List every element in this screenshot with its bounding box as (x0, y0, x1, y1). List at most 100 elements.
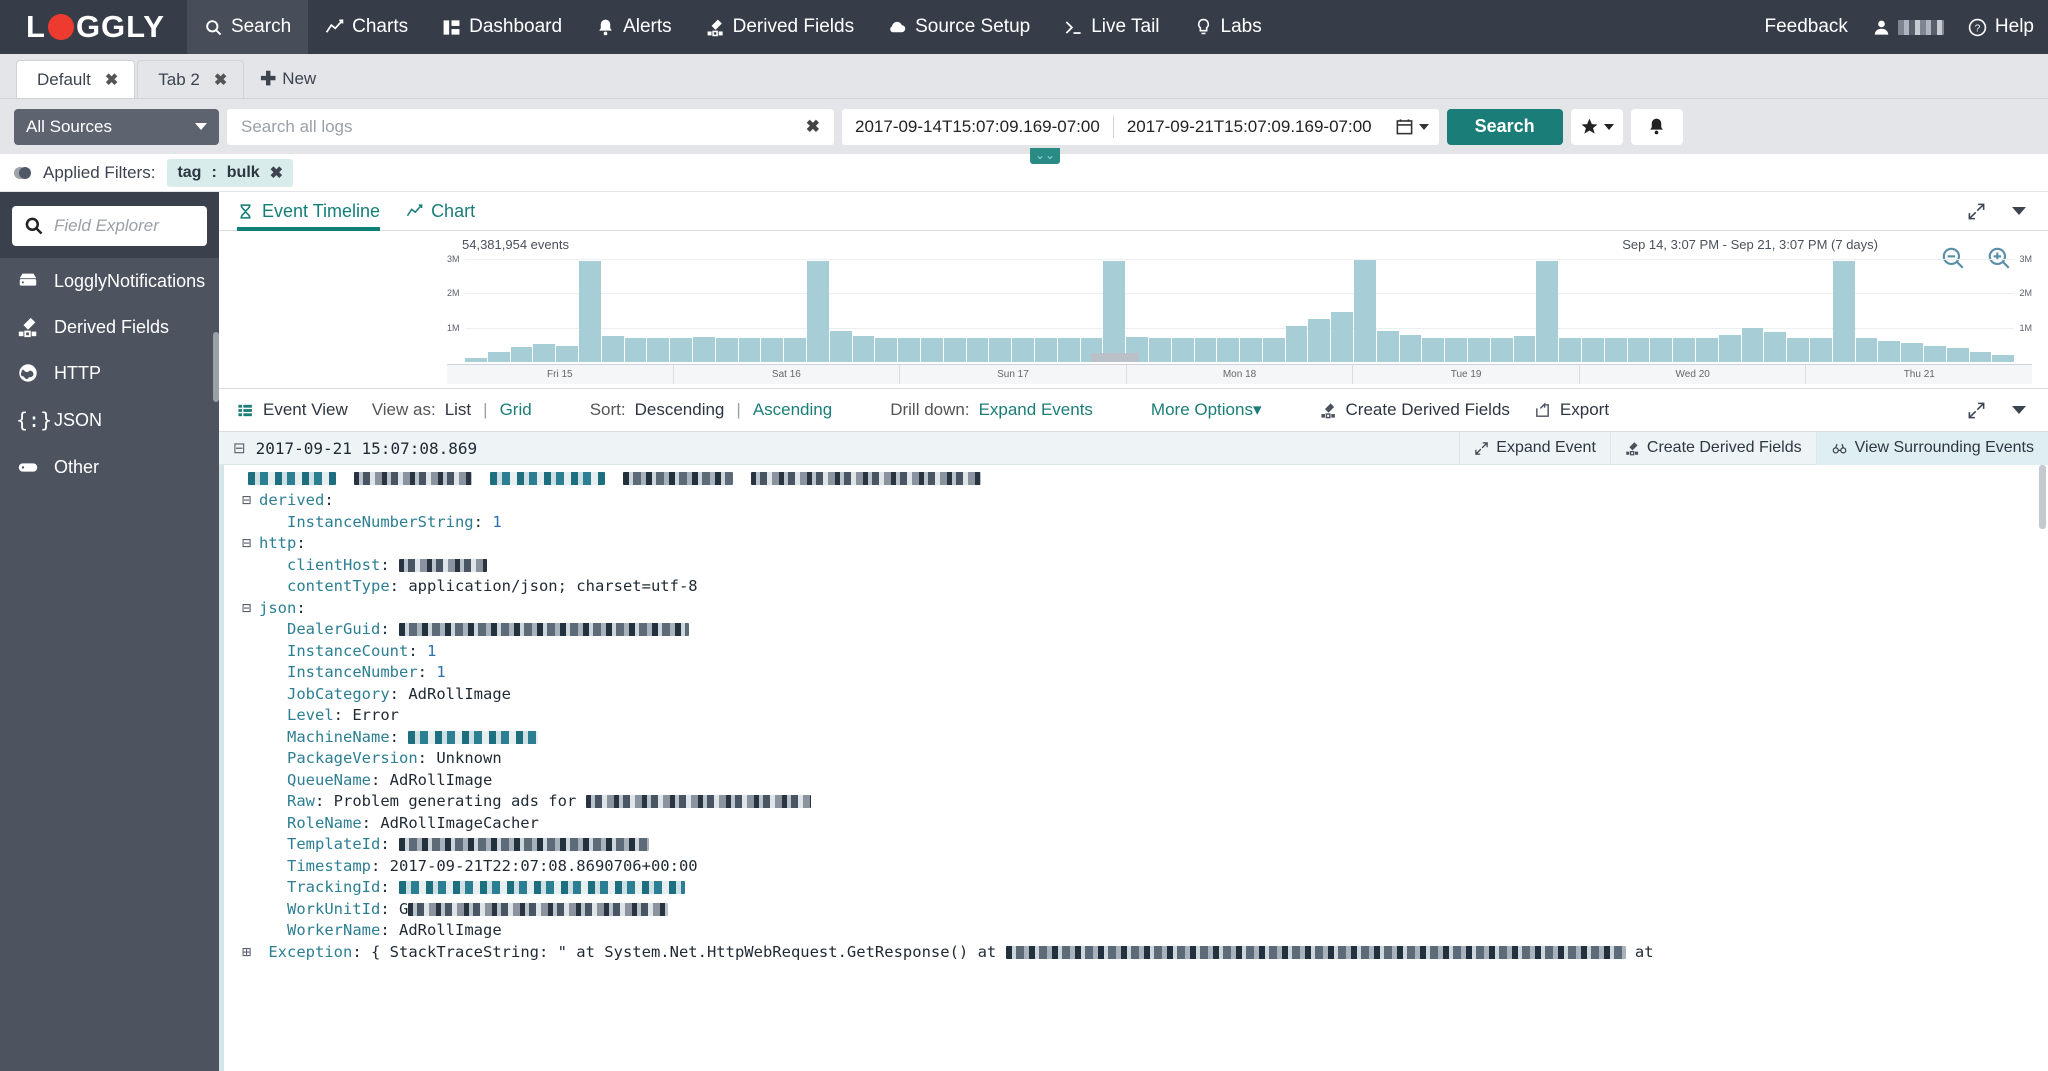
timeline-bar[interactable] (1787, 337, 1810, 362)
date-to-input[interactable]: 2017-09-21T15:07:09.169-07:00 (1114, 109, 1385, 145)
timeline-bar[interactable] (601, 335, 624, 362)
log-field-key[interactable]: MachineName (287, 728, 390, 746)
timeline-bar[interactable] (1262, 337, 1285, 362)
log-field-key[interactable]: InstanceNumber (287, 663, 418, 681)
calendar-picker-button[interactable] (1385, 117, 1429, 136)
timeline-bar[interactable] (920, 337, 943, 362)
timeline-bar[interactable] (533, 344, 556, 362)
export-button[interactable]: Export (1534, 400, 1609, 420)
log-field-contentType[interactable]: contentType: application/json; charset=u… (224, 576, 2048, 598)
timeline-bar[interactable] (1741, 328, 1764, 362)
log-field-Exception[interactable]: ⊞ Exception: { StackTraceString: " at Sy… (224, 942, 2048, 964)
timeline-bar[interactable] (1650, 337, 1673, 362)
timeline-bar[interactable] (487, 351, 510, 362)
saved-searches-button[interactable] (1570, 108, 1623, 145)
sort-descending-option[interactable]: Descending (635, 400, 725, 420)
timeline-bar[interactable] (670, 337, 692, 362)
timeline-bar[interactable] (829, 331, 852, 362)
search-query-field[interactable]: Search all logs ✖ (227, 108, 834, 145)
new-tab-button[interactable]: ✚ New (246, 60, 330, 98)
log-field-clientHost[interactable]: clientHost: (224, 555, 2048, 577)
account-menu[interactable] (1862, 0, 1954, 54)
log-field-key[interactable]: clientHost (287, 556, 380, 574)
log-body-scrollbar[interactable] (2039, 465, 2046, 529)
sources-dropdown[interactable]: All Sources (14, 108, 219, 145)
filter-chip-remove-icon[interactable]: ✖ (270, 163, 283, 183)
sidebar-item-derived-fields[interactable]: Derived Fields (0, 304, 219, 350)
event-view-button[interactable]: Event View (237, 400, 348, 420)
group-toggle-icon[interactable]: ⊟ (242, 490, 259, 512)
log-field-key[interactable]: TemplateId (287, 835, 380, 853)
timeline-bar[interactable] (1901, 342, 1923, 362)
timeline-bar[interactable] (1308, 319, 1331, 362)
log-field-key[interactable]: JobCategory (287, 685, 390, 703)
timeline-bar[interactable] (1604, 337, 1627, 362)
filter-chip-tag-bulk[interactable]: tag : bulk ✖ (167, 158, 294, 187)
log-field-TemplateId[interactable]: TemplateId: (224, 834, 2048, 856)
nav-item-search[interactable]: Search (186, 0, 309, 54)
view-as-list-option[interactable]: List (445, 400, 471, 420)
timeline-bar[interactable] (761, 338, 784, 362)
tab-tab-2[interactable]: Tab 2 ✖ (137, 60, 245, 98)
group-toggle-icon[interactable]: ⊟ (242, 598, 259, 620)
log-field-key[interactable]: Level (287, 706, 334, 724)
log-field-key[interactable]: contentType (287, 577, 390, 595)
nav-item-labs[interactable]: Labs (1177, 0, 1279, 54)
timeline-bar[interactable] (1399, 335, 1422, 362)
log-group-http[interactable]: ⊟ http: (224, 533, 2048, 555)
log-field-PackageVersion[interactable]: PackageVersion: Unknown (224, 748, 2048, 770)
timeline-bar[interactable] (1422, 337, 1445, 362)
create-alert-button[interactable] (1630, 108, 1683, 145)
timeline-bar[interactable] (1148, 338, 1171, 362)
timeline-bar[interactable] (875, 337, 898, 362)
log-field-MachineName[interactable]: MachineName: (224, 727, 2048, 749)
chevron-down-icon[interactable] (2012, 406, 2026, 414)
timeline-bar[interactable] (624, 337, 647, 362)
log-field-key[interactable]: RoleName (287, 814, 362, 832)
timeline-bar[interactable] (738, 337, 761, 362)
timeline-bar[interactable] (1513, 335, 1536, 362)
nav-item-source-setup[interactable]: Source Setup (871, 0, 1047, 54)
nav-item-charts[interactable]: Charts (308, 0, 425, 54)
timeline-bar[interactable] (1992, 355, 2015, 362)
timeline-bar[interactable] (1810, 338, 1832, 362)
sidebar-item-other[interactable]: Other (0, 444, 219, 490)
timeline-bar[interactable] (692, 337, 715, 362)
expand-arrows-icon[interactable] (1967, 202, 1986, 221)
sort-ascending-option[interactable]: Ascending (753, 400, 832, 420)
timeline-bar[interactable] (1855, 337, 1878, 362)
timeline-bar[interactable] (1103, 261, 1126, 362)
log-group-derived[interactable]: ⊟ derived: (224, 490, 2048, 512)
log-group-json[interactable]: ⊟ json: (224, 598, 2048, 620)
field-explorer-input[interactable]: Field Explorer (12, 206, 207, 246)
feedback-button[interactable]: Feedback (1750, 0, 1861, 54)
timeline-bar[interactable] (852, 335, 875, 362)
timeline-bar[interactable] (1445, 338, 1468, 362)
log-field-QueueName[interactable]: QueueName: AdRollImage (224, 770, 2048, 792)
timeline-plot-area[interactable]: 1M 2M 3M 1M 2M 3M (447, 254, 2032, 362)
log-field-key[interactable]: WorkerName (287, 921, 380, 939)
log-field-key[interactable]: Raw (287, 792, 315, 810)
timeline-bar[interactable] (898, 338, 920, 362)
timeline-bar[interactable] (1057, 338, 1080, 362)
log-field-Raw[interactable]: Raw: Problem generating ads for (224, 791, 2048, 813)
date-from-input[interactable]: 2017-09-14T15:07:09.169-07:00 (842, 109, 1113, 145)
timeline-bar[interactable] (1946, 347, 1969, 362)
timeline-bar[interactable] (1240, 338, 1262, 362)
timeline-bar[interactable] (1012, 338, 1034, 362)
timeline-scroll-handle[interactable] (1091, 353, 1139, 362)
log-field-RoleName[interactable]: RoleName: AdRollImageCacher (224, 813, 2048, 835)
sidebar-item-json[interactable]: {:} JSON (0, 396, 219, 444)
timeline-bar[interactable] (989, 337, 1012, 362)
log-field-WorkerName[interactable]: WorkerName: AdRollImage (224, 920, 2048, 942)
log-field-key[interactable]: QueueName (287, 771, 371, 789)
timeline-bar[interactable] (1696, 337, 1718, 362)
expand-events-button[interactable]: Expand Events (979, 400, 1093, 420)
timeline-bar[interactable] (1969, 351, 1992, 362)
timeline-bar[interactable] (784, 337, 806, 362)
timeline-bar[interactable] (1764, 332, 1787, 362)
nav-item-live-tail[interactable]: Live Tail (1047, 0, 1176, 54)
sidebar-item-logglynotifications[interactable]: LogglyNotifications (0, 258, 219, 304)
view-surrounding-events-button[interactable]: View Surrounding Events (1815, 431, 2048, 465)
timeline-bar[interactable] (465, 357, 487, 362)
